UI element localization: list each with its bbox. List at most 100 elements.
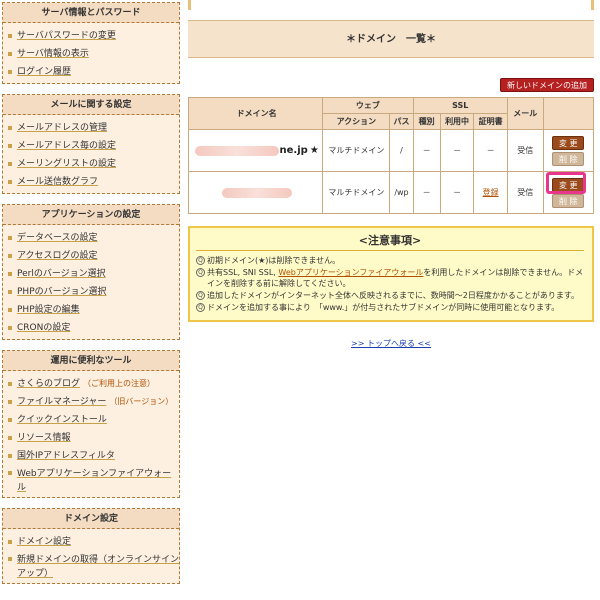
top-divider <box>188 0 594 10</box>
page-title: ＊ドメイン 一覧＊ <box>188 20 594 58</box>
redacted-domain <box>221 187 292 198</box>
main-content: ＊ドメイン 一覧＊ 新しいドメインの追加 ドメイン名 ウェブ SSL メール ア… <box>187 0 595 349</box>
sidebar-item-note[interactable]: （旧バージョン） <box>109 397 173 406</box>
col-ssl-header: SSL <box>412 97 508 114</box>
bullet-icon <box>8 382 12 386</box>
path-cell: / <box>389 129 414 172</box>
sidebar-section-app: アプリケーションの設定 データベースの設定 アクセスログの設定 Perlのバージ… <box>2 204 180 340</box>
sidebar-item-new-domain[interactable]: 新規ドメインの取得（オンラインサインアップ） <box>3 551 179 581</box>
ssl-cert-cell: 登録 <box>473 171 508 214</box>
sidebar-item-note[interactable]: （ご利用上の注意） <box>83 379 155 388</box>
add-domain-button[interactable]: 新しいドメインの追加 <box>500 78 594 92</box>
table-row: マルチドメイン /wp － － 登録 受信 変 更 削 除 <box>187 171 595 214</box>
sidebar-item-file-manager[interactable]: ファイルマネージャー （旧バージョン） <box>3 393 179 411</box>
bullet-icon <box>8 236 12 240</box>
bullet-icon <box>8 70 12 74</box>
sidebar-item-label[interactable]: メールアドレスの管理 <box>17 123 107 133</box>
bullet-icon <box>8 471 12 475</box>
sidebar-item-mail-address[interactable]: メールアドレスの管理 <box>3 119 179 137</box>
action-cell: マルチドメイン <box>322 171 391 214</box>
sidebar-section-domain: ドメイン設定 ドメイン設定 新規ドメインの取得（オンラインサインアップ） <box>2 508 180 584</box>
sidebar-item-label[interactable]: さくらのブログ <box>17 379 80 389</box>
sidebar: サーバ情報とパスワード サーバパスワードの変更 サーバ情報の表示 ログイン履歴 … <box>2 0 180 594</box>
sidebar-item-php-settings[interactable]: PHP設定の編集 <box>3 301 179 319</box>
sidebar-item-label[interactable]: メーリングリストの設定 <box>17 159 116 169</box>
sidebar-item-label[interactable]: ログイン履歴 <box>17 67 71 77</box>
bullet-icon <box>8 180 12 184</box>
sidebar-section-title: 運用に便利なツール <box>3 351 179 371</box>
bullet-icon <box>8 52 12 56</box>
sidebar-item-label[interactable]: データベースの設定 <box>17 233 98 243</box>
info-icon: Q <box>196 303 205 312</box>
ops-cell: 変 更 削 除 <box>542 129 595 172</box>
ssl-inuse-cell: － <box>439 129 475 172</box>
domain-name-cell: ne.jp ★ <box>187 129 324 172</box>
delete-button[interactable]: 削 除 <box>552 193 585 208</box>
path-cell: /wp <box>389 171 414 214</box>
delete-button[interactable]: 削 除 <box>552 151 585 166</box>
sidebar-item-perl-version[interactable]: Perlのバージョン選択 <box>3 265 179 283</box>
register-cert-link[interactable]: 登録 <box>483 188 499 197</box>
sidebar-item-label[interactable]: ファイルマネージャー <box>17 397 106 407</box>
sidebar-item-quick-install[interactable]: クイックインストール <box>3 411 179 429</box>
notice-text: 追加したドメインがインターネット全体へ反映されるまでに、数時間〜2日程度かかるこ… <box>207 291 580 300</box>
sidebar-item-label[interactable]: アクセスログの設定 <box>17 251 98 261</box>
sidebar-item-label[interactable]: Webアプリケーションファイアウォール <box>17 469 171 493</box>
sidebar-item-label[interactable]: メールアドレス毎の設定 <box>17 141 116 151</box>
notice-box: <注意事項> Q 初期ドメイン(★)は削除できません。 Q 共有SSL, SNI S… <box>188 226 594 322</box>
notice-text: 初期ドメイン(★)は削除できません。 <box>207 256 341 265</box>
sidebar-item-label[interactable]: 新規ドメインの取得（オンラインサインアップ） <box>17 555 179 579</box>
redacted-domain <box>194 145 279 156</box>
sidebar-item-mail-settings[interactable]: メールアドレス毎の設定 <box>3 137 179 155</box>
bullet-icon <box>8 290 12 294</box>
sidebar-item-server-info[interactable]: サーバ情報の表示 <box>3 45 179 63</box>
sidebar-item-label[interactable]: 国外IPアドレスフィルタ <box>17 451 115 461</box>
sidebar-item-label[interactable]: クイックインストール <box>17 415 107 425</box>
back-to-top-link[interactable]: >> トップへ戻る << <box>351 339 431 348</box>
sidebar-item-waf[interactable]: Webアプリケーションファイアウォール <box>3 465 179 495</box>
sidebar-item-label[interactable]: サーバパスワードの変更 <box>17 31 116 41</box>
ops-cell: 変 更 削 除 <box>542 171 595 214</box>
sidebar-item-label[interactable]: サーバ情報の表示 <box>17 49 89 59</box>
notice-item: Q 共有SSL, SNI SSL, Webアプリケーションファイアウォールを利用し… <box>196 267 584 289</box>
sidebar-item-label[interactable]: ドメイン設定 <box>17 537 71 547</box>
bullet-icon <box>8 254 12 258</box>
sidebar-item-label[interactable]: PHPのバージョン選択 <box>17 287 106 297</box>
bullet-icon <box>8 400 12 404</box>
sidebar-item-label[interactable]: メール送信数グラフ <box>17 177 98 187</box>
col-path-header: パス <box>389 113 414 130</box>
sidebar-section-server: サーバ情報とパスワード サーバパスワードの変更 サーバ情報の表示 ログイン履歴 <box>2 2 180 84</box>
bullet-icon <box>8 418 12 422</box>
change-button[interactable]: 変 更 <box>552 135 585 150</box>
sidebar-item-access-log[interactable]: アクセスログの設定 <box>3 247 179 265</box>
sidebar-item-domain-settings[interactable]: ドメイン設定 <box>3 533 179 551</box>
sidebar-item-label[interactable]: CRONの設定 <box>17 323 70 333</box>
sidebar-item-cron[interactable]: CRONの設定 <box>3 319 179 337</box>
sidebar-item-label[interactable]: Perlのバージョン選択 <box>17 269 106 279</box>
sidebar-item-mail-graph[interactable]: メール送信数グラフ <box>3 173 179 191</box>
table-row: ne.jp ★ マルチドメイン / － － － 受信 変 更 削 除 <box>187 129 595 172</box>
sidebar-item-ip-filter[interactable]: 国外IPアドレスフィルタ <box>3 447 179 465</box>
sidebar-item-blog[interactable]: さくらのブログ （ご利用上の注意） <box>3 375 179 393</box>
sidebar-item-mailing-list[interactable]: メーリングリストの設定 <box>3 155 179 173</box>
col-web-header: ウェブ <box>322 97 414 114</box>
sidebar-item-label[interactable]: PHP設定の編集 <box>17 305 80 315</box>
col-action-header: アクション <box>322 113 391 130</box>
bullet-icon <box>8 272 12 276</box>
sidebar-section-title: ドメイン設定 <box>3 509 179 529</box>
sidebar-item-resource-info[interactable]: リソース情報 <box>3 429 179 447</box>
mail-cell: 受信 <box>506 171 544 214</box>
sidebar-item-label[interactable]: リソース情報 <box>17 433 71 443</box>
mail-cell: 受信 <box>506 129 544 172</box>
bullet-icon <box>8 162 12 166</box>
sidebar-item-database[interactable]: データベースの設定 <box>3 229 179 247</box>
sidebar-item-php-version[interactable]: PHPのバージョン選択 <box>3 283 179 301</box>
waf-link[interactable]: Webアプリケーションファイアウォール <box>278 268 423 277</box>
sidebar-item-server-password[interactable]: サーバパスワードの変更 <box>3 27 179 45</box>
ssl-cert-cell: － <box>473 129 508 172</box>
ssl-type-cell: － <box>412 129 441 172</box>
sidebar-item-login-history[interactable]: ログイン履歴 <box>3 63 179 81</box>
info-icon: Q <box>196 268 205 277</box>
notice-title: <注意事項> <box>196 232 584 251</box>
sidebar-section-title: メールに関する設定 <box>3 95 179 115</box>
